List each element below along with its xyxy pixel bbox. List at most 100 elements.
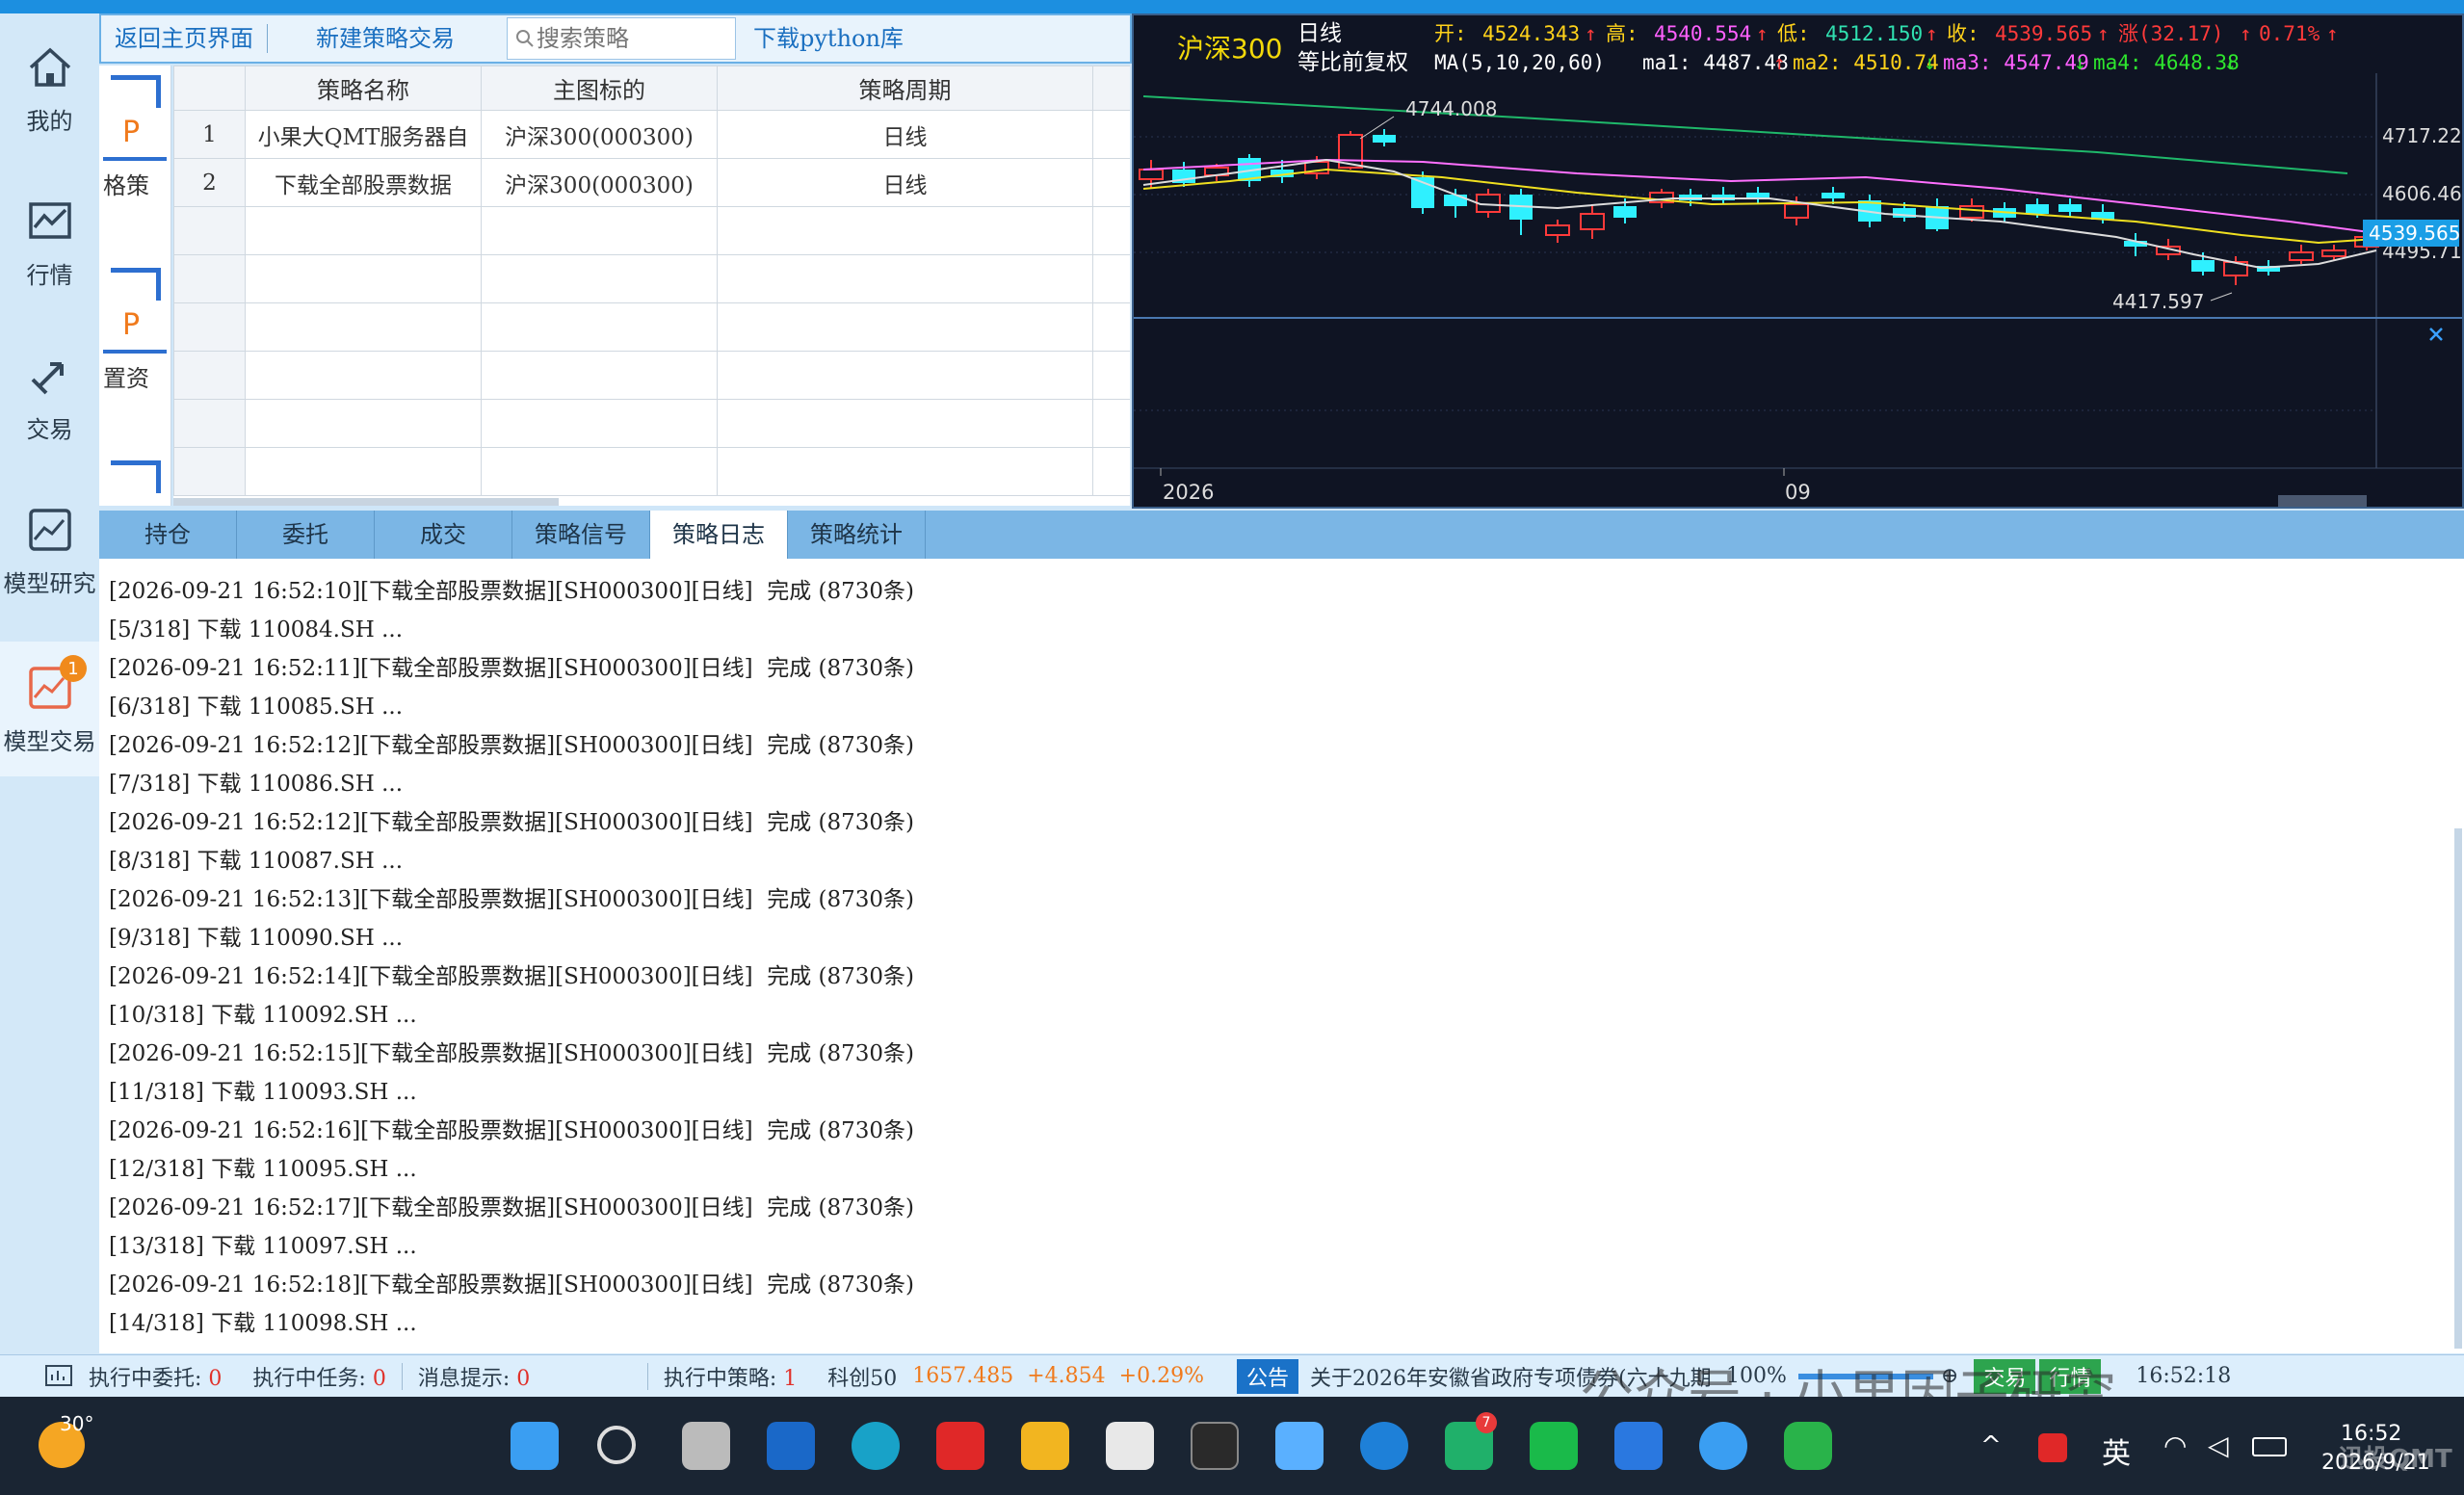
unity-icon[interactable] xyxy=(1191,1422,1239,1470)
table-row[interactable]: 2 下载全部股票数据 沪深300(000300) 日线 xyxy=(173,158,1130,207)
strategy-name-cell: 下载全部股票数据 xyxy=(245,158,482,207)
paint-icon[interactable] xyxy=(1275,1422,1324,1470)
edge-ai-icon[interactable] xyxy=(1360,1422,1408,1470)
search-icon[interactable] xyxy=(597,1426,636,1464)
candle-body xyxy=(1822,193,1845,198)
column-header[interactable]: 策略名称 xyxy=(245,66,482,111)
log-scrollbar[interactable] xyxy=(2454,828,2462,1349)
sidebar-item-label: 行情 xyxy=(26,262,73,289)
search-box[interactable] xyxy=(507,17,736,60)
tab-deals[interactable]: 成交 xyxy=(375,511,512,559)
folder-icon[interactable] xyxy=(1021,1422,1069,1470)
task-view-icon[interactable] xyxy=(682,1422,730,1470)
sidebar-item-trade[interactable]: 交易 xyxy=(0,351,99,476)
low-value: 4512.150 xyxy=(1825,22,1923,45)
wps-icon[interactable] xyxy=(936,1422,984,1470)
home-icon xyxy=(29,47,70,87)
sidebar: 我的 行情 交易 模型研究 模型交易 1 xyxy=(0,13,99,1356)
start-icon[interactable] xyxy=(511,1422,559,1470)
log-line: [2026-09-21 16:52:17][下载全部股票数据][SH000300… xyxy=(109,1195,915,1220)
volume-icon[interactable]: ◁ xyxy=(2208,1429,2229,1461)
open-value: 4524.343 xyxy=(1482,22,1580,45)
strategy-card[interactable]: P 格策 xyxy=(103,75,167,200)
column-header[interactable]: 策略周期 xyxy=(717,66,1093,111)
price-axis-label: 4717.224 xyxy=(2382,124,2464,147)
monitor-icon[interactable] xyxy=(44,1363,73,1390)
store-icon[interactable] xyxy=(1106,1422,1154,1470)
log-line: [2026-09-21 16:52:12][下载全部股票数据][SH000300… xyxy=(109,733,915,758)
up-arrow-icon: ↑ xyxy=(1756,22,1769,45)
qmt-icon[interactable] xyxy=(1614,1422,1663,1470)
sidebar-item-mine[interactable]: 我的 xyxy=(0,42,99,168)
chart-adjust: 等比前复权 xyxy=(1298,50,1408,75)
strategy-table: 策略名称 主图标的 策略周期 1 小果大QMT服务器自 沪深300(000300… xyxy=(173,66,1130,506)
sidebar-item-model-trade[interactable]: 模型交易 1 xyxy=(0,642,99,776)
sidebar-item-quotes[interactable]: 行情 xyxy=(0,197,99,322)
sidebar-item-model-research[interactable]: 模型研究 xyxy=(0,505,99,630)
symbol-cell: 沪深300(000300) xyxy=(481,110,718,159)
index-value: 1657.485 xyxy=(912,1364,1014,1388)
table-corner xyxy=(173,66,246,111)
tray-chevron-icon[interactable]: ^ xyxy=(1980,1431,2002,1460)
log-line: [2026-09-21 16:52:14][下载全部股票数据][SH000300… xyxy=(109,964,915,989)
candle-body xyxy=(2321,249,2346,257)
download-python-button[interactable]: 下载python库 xyxy=(740,13,917,64)
tab-signals[interactable]: 策略信号 xyxy=(512,511,650,559)
ime-indicator[interactable]: 英 xyxy=(2102,1429,2131,1472)
horizontal-scrollbar[interactable] xyxy=(173,498,559,506)
high-label: 高: xyxy=(1606,22,1638,45)
tab-positions[interactable]: 持仓 xyxy=(99,511,237,559)
chart-scrollbar[interactable] xyxy=(2278,495,2367,507)
x-axis-label: 09 xyxy=(1785,481,1811,504)
row-index: 1 xyxy=(173,110,246,159)
up-arrow-icon: ↑ xyxy=(2326,22,2339,45)
qq-search-icon[interactable] xyxy=(1699,1422,1747,1470)
close-icon[interactable] xyxy=(2429,328,2443,341)
wifi-icon[interactable]: ◠ xyxy=(2163,1429,2187,1461)
strategy-card[interactable] xyxy=(103,460,167,493)
strategy-card-tag: P xyxy=(122,116,141,149)
running-strategies-label: 执行中策略: xyxy=(663,1366,777,1391)
candle-body xyxy=(2026,204,2049,214)
strategy-name-cell: 小果大QMT服务器自 xyxy=(245,110,482,159)
log-line: [12/318] 下载 110095.SH ... xyxy=(109,1157,417,1182)
edge-icon[interactable] xyxy=(852,1422,900,1470)
candle-body xyxy=(1545,224,1570,236)
up-arrow-icon: ↑ xyxy=(2097,22,2110,45)
log-line: [2026-09-21 16:52:13][下载全部股票数据][SH000300… xyxy=(109,887,915,912)
tray-wps-icon[interactable] xyxy=(2038,1433,2067,1462)
candle-body xyxy=(2058,204,2082,212)
tab-orders[interactable]: 委托 xyxy=(237,511,375,559)
strategy-card-text: 置资 xyxy=(103,365,149,392)
kline-chart-panel[interactable]: 沪深300 日线 等比前复权 开: 4524.343 ↑ 高: 4540.554… xyxy=(1132,13,2464,509)
candlestick-series xyxy=(1139,129,2379,285)
battery-icon[interactable] xyxy=(2252,1437,2287,1456)
status-time: 16:52:18 xyxy=(2136,1364,2232,1388)
wechat-icon[interactable] xyxy=(1784,1422,1832,1470)
column-header[interactable]: 主图标的 xyxy=(481,66,718,111)
log-line: [2026-09-21 16:52:15][下载全部股票数据][SH000300… xyxy=(109,1041,915,1066)
notice-button[interactable]: 公告 xyxy=(1237,1358,1299,1394)
high-value: 4540.554 xyxy=(1654,22,1751,45)
tab-strategy-stats[interactable]: 策略统计 xyxy=(788,511,926,559)
down-arrow-icon: ↓ xyxy=(2224,51,2237,74)
kline-chart[interactable]: 沪深300 日线 等比前复权 开: 4524.343 ↑ 高: 4540.554… xyxy=(1134,15,2464,509)
search-input[interactable] xyxy=(537,25,720,52)
table-row-empty xyxy=(173,399,1130,448)
log-line: [10/318] 下载 110092.SH ... xyxy=(109,1003,417,1028)
candle-body xyxy=(1613,206,1637,218)
strategy-card[interactable]: P 置资 xyxy=(103,268,167,393)
table-row-empty xyxy=(173,206,1130,255)
ma-line-white xyxy=(1142,158,2377,270)
outlook-icon[interactable] xyxy=(767,1422,815,1470)
taskbar: 30° 7 ^ 英 ◠ ◁ 16:52 2026/9/21 迅投QMT xyxy=(0,1397,2464,1495)
ma3-value: ma3: 4547.49 xyxy=(1943,51,2089,74)
tab-strategy-log[interactable]: 策略日志 xyxy=(650,511,788,559)
strategy-log-panel[interactable]: [2026-09-21 16:52:10][下载全部股票数据][SH000300… xyxy=(99,559,2464,1353)
entrust-count: 0 xyxy=(208,1366,223,1391)
table-row[interactable]: 1 小果大QMT服务器自 沪深300(000300) 日线 xyxy=(173,110,1130,159)
period-cell: 日线 xyxy=(717,110,1093,159)
back-home-button[interactable]: 返回主页界面 xyxy=(101,13,267,64)
chat-icon[interactable] xyxy=(1530,1422,1578,1470)
new-strategy-button[interactable]: 新建策略交易 xyxy=(268,13,503,64)
